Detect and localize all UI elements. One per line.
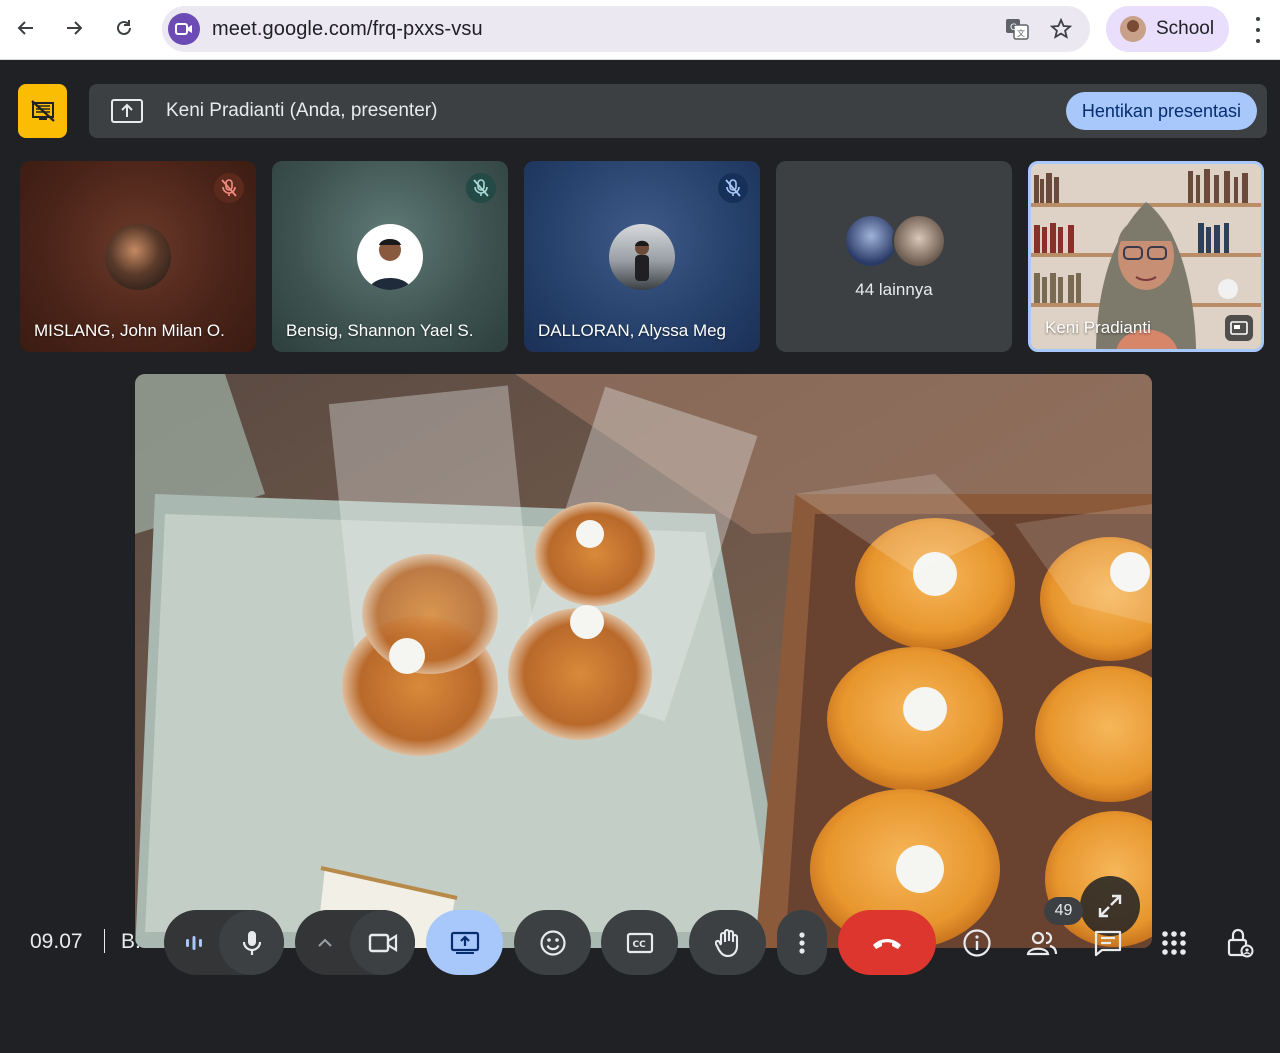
audio-level-icon[interactable]	[164, 910, 224, 975]
captions-button[interactable]: CC	[601, 910, 678, 975]
avatar-stack	[844, 214, 948, 270]
avatar	[844, 214, 898, 268]
present-screen-icon	[450, 931, 479, 954]
presenting-indicator-icon	[18, 84, 67, 138]
participant-name: Bensig, Shannon Yael S.	[286, 321, 474, 340]
more-participants-label: 44 lainnya	[855, 280, 933, 299]
avatar	[357, 224, 423, 290]
svg-text:CC: CC	[632, 940, 646, 950]
shared-video	[135, 374, 1152, 948]
self-view-tile[interactable]: Keni Pradianti	[1028, 161, 1264, 352]
mic-off-icon	[214, 173, 244, 203]
present-screen-icon	[111, 99, 143, 123]
end-call-icon	[873, 938, 901, 949]
separator	[104, 929, 105, 953]
camera-control-group	[295, 910, 415, 975]
microphone-control-group	[164, 910, 284, 975]
participant-strip: MISLANG, John Milan O. Bensig, Shannon Y…	[20, 161, 1266, 353]
host-controls-icon[interactable]	[1220, 923, 1260, 963]
avatar	[609, 224, 675, 290]
meeting-code: B.	[121, 930, 141, 953]
svg-text:文: 文	[1017, 28, 1025, 38]
back-icon[interactable]	[10, 12, 42, 44]
leave-call-button[interactable]	[838, 910, 936, 975]
emoji-icon	[539, 929, 566, 956]
camera-icon[interactable]	[350, 910, 415, 975]
microphone-icon[interactable]	[219, 910, 284, 975]
people-icon[interactable]	[1022, 923, 1062, 963]
mic-off-icon	[466, 173, 496, 203]
reload-icon[interactable]	[108, 12, 140, 44]
browser-toolbar: meet.google.com/frq-pxxs-vsu G文 School	[0, 0, 1280, 60]
participant-tile[interactable]: DALLORAN, Alyssa Meg	[524, 161, 760, 352]
more-vert-icon[interactable]	[1246, 14, 1270, 46]
present-screen-button[interactable]	[426, 910, 503, 975]
more-vert-icon	[799, 931, 805, 954]
presenting-text: Keni Pradianti (Anda, presenter)	[166, 100, 438, 121]
raise-hand-button[interactable]	[689, 910, 766, 975]
address-bar[interactable]: meet.google.com/frq-pxxs-vsu G文	[162, 6, 1090, 52]
avatar	[1120, 16, 1146, 42]
participant-name: DALLORAN, Alyssa Meg	[538, 321, 727, 340]
stop-presenting-button[interactable]: Hentikan presentasi	[1065, 92, 1257, 130]
reactions-button[interactable]	[514, 910, 591, 975]
captions-icon: CC	[626, 932, 653, 953]
raise-hand-icon	[714, 928, 738, 957]
svg-text:G: G	[1010, 23, 1017, 33]
picture-in-picture-icon[interactable]	[1225, 315, 1253, 341]
mic-off-icon	[718, 173, 748, 203]
participant-tile[interactable]: Bensig, Shannon Yael S.	[272, 161, 508, 352]
apps-icon[interactable]	[1154, 923, 1194, 963]
chevron-up-icon[interactable]	[295, 910, 355, 975]
presenting-bar: Keni Pradianti (Anda, presenter) Hentika…	[89, 84, 1267, 138]
meet-site-icon[interactable]	[168, 13, 200, 45]
presentation-stage	[135, 374, 1152, 948]
avatar	[105, 224, 171, 290]
people-count-badge: 49	[1044, 897, 1083, 925]
bookmark-star-icon[interactable]	[1048, 17, 1074, 41]
more-options-button[interactable]	[777, 910, 827, 975]
chat-icon[interactable]	[1088, 923, 1128, 963]
translate-icon[interactable]: G文	[1004, 17, 1030, 41]
info-icon[interactable]	[957, 923, 997, 963]
more-participants-tile[interactable]: 44 lainnya	[776, 161, 1012, 352]
participant-name: Keni Pradianti	[1045, 318, 1151, 337]
participant-name: MISLANG, John Milan O.	[34, 321, 225, 340]
forward-icon[interactable]	[58, 12, 90, 44]
profile-label: School	[1156, 18, 1215, 39]
meet-area: Keni Pradianti (Anda, presenter) Hentika…	[0, 61, 1280, 1053]
clock-time: 09.07	[30, 930, 83, 953]
avatar	[892, 214, 946, 268]
url-text[interactable]: meet.google.com/frq-pxxs-vsu	[212, 18, 483, 41]
participant-tile[interactable]: MISLANG, John Milan O.	[20, 161, 256, 352]
profile-chip[interactable]: School	[1106, 6, 1229, 52]
